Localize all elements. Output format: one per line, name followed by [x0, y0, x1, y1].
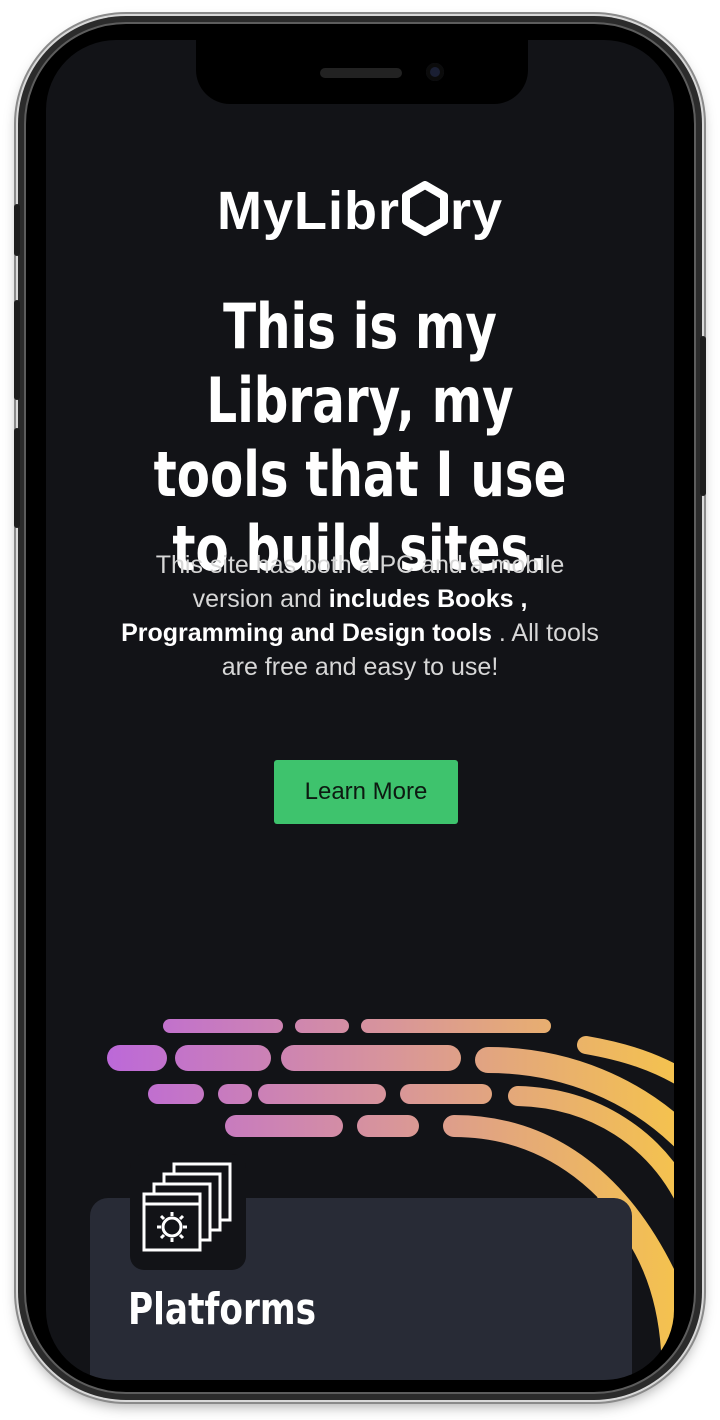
learn-more-button[interactable]: Learn More [274, 760, 458, 824]
card-title: Platforms [128, 1284, 317, 1335]
volume-up-button [14, 300, 20, 400]
front-camera [426, 63, 444, 81]
phone-screen: MyLibr ry This is my Library, my tools t… [46, 40, 674, 1380]
mute-switch [14, 204, 20, 256]
logo-text-prefix: MyLibr [216, 181, 400, 241]
site-logo[interactable]: MyLibr ry [46, 180, 674, 242]
hero-description: This site has both a PC and a mobile ver… [116, 548, 604, 684]
speaker-grille [320, 68, 402, 78]
logo-hexagon-icon [401, 181, 448, 236]
volume-down-button [14, 428, 20, 528]
windows-settings-icon [142, 1162, 232, 1252]
logo-text-suffix: ry [449, 181, 504, 241]
power-button [700, 336, 706, 496]
hero-headline: This is my Library, my tools that I use … [153, 290, 567, 585]
notch [196, 40, 528, 104]
card-icon-tile [130, 1154, 246, 1270]
